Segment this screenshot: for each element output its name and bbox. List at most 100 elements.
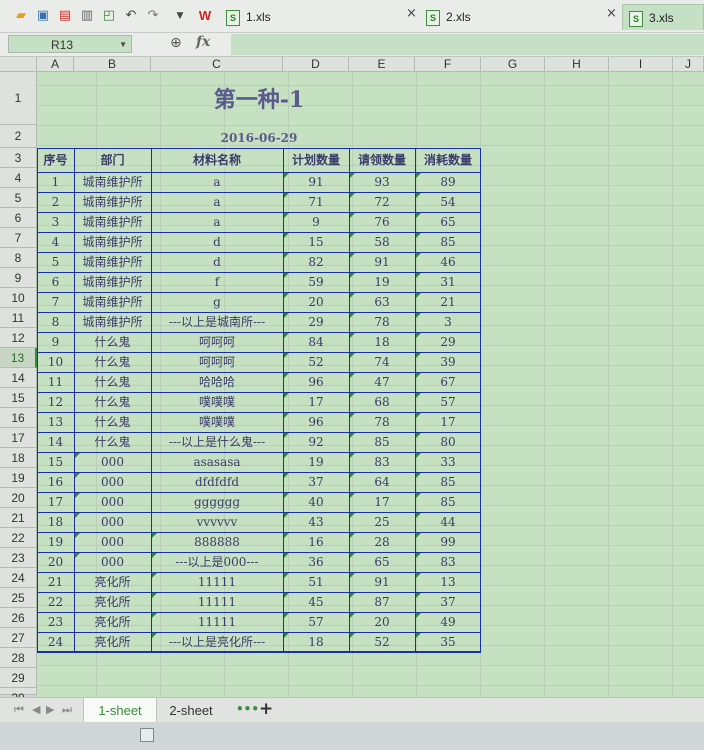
table-header-cell[interactable]: 计划数量 <box>283 148 349 172</box>
table-cell[interactable]: 18 <box>283 632 349 652</box>
table-cell[interactable]: 51 <box>283 572 349 592</box>
table-cell[interactable]: 17 <box>415 412 481 432</box>
column-header-a[interactable]: A <box>37 57 74 72</box>
table-cell[interactable]: 14 <box>37 432 74 452</box>
table-header-cell[interactable]: 请领数量 <box>349 148 415 172</box>
table-cell[interactable]: 噗噗噗 <box>151 412 283 432</box>
table-cell[interactable]: 96 <box>283 372 349 392</box>
table-cell[interactable]: 13 <box>415 572 481 592</box>
table-cell[interactable]: 18 <box>349 332 415 352</box>
table-cell[interactable]: 城南维护所 <box>74 312 151 332</box>
table-cell[interactable]: 城南维护所 <box>74 292 151 312</box>
print-icon[interactable]: ▥ <box>79 8 95 24</box>
row-header-21[interactable]: 21 <box>0 508 37 528</box>
table-cell[interactable]: 37 <box>283 472 349 492</box>
row-header-14[interactable]: 14 <box>0 368 37 388</box>
formula-input[interactable] <box>231 34 704 55</box>
column-header-c[interactable]: C <box>151 57 283 72</box>
table-cell[interactable]: 11111 <box>151 612 283 632</box>
table-cell[interactable]: 亮化所 <box>74 632 151 652</box>
row-header-2[interactable]: 2 <box>0 125 37 148</box>
table-cell[interactable]: 78 <box>349 412 415 432</box>
open-folder-icon[interactable]: ▰ <box>13 8 29 24</box>
column-header-d[interactable]: D <box>283 57 349 72</box>
redo-icon[interactable]: ↷ <box>145 8 161 24</box>
table-cell[interactable]: 什么鬼 <box>74 372 151 392</box>
table-cell[interactable]: 21 <box>415 292 481 312</box>
table-cell[interactable]: 19 <box>37 532 74 552</box>
row-header-28[interactable]: 28 <box>0 648 37 668</box>
table-cell[interactable]: 31 <box>415 272 481 292</box>
table-cell[interactable]: 城南维护所 <box>74 272 151 292</box>
table-cell[interactable]: 000 <box>74 492 151 512</box>
sheet-tab-2[interactable]: 2-sheet <box>155 698 227 723</box>
table-cell[interactable]: 1 <box>37 172 74 192</box>
table-cell[interactable]: 17 <box>37 492 74 512</box>
table-cell[interactable]: 什么鬼 <box>74 352 151 372</box>
table-header-cell[interactable]: 序号 <box>37 148 74 172</box>
table-cell[interactable]: 3 <box>37 212 74 232</box>
save-icon[interactable]: ▣ <box>35 8 51 24</box>
table-header-cell[interactable]: 消耗数量 <box>415 148 481 172</box>
table-cell[interactable]: 25 <box>349 512 415 532</box>
table-cell[interactable]: 11 <box>37 372 74 392</box>
table-cell[interactable]: 65 <box>349 552 415 572</box>
row-header-19[interactable]: 19 <box>0 468 37 488</box>
row-header-9[interactable]: 9 <box>0 268 37 288</box>
row-header-11[interactable]: 11 <box>0 308 37 328</box>
table-cell[interactable]: 20 <box>349 612 415 632</box>
table-cell[interactable]: 6 <box>37 272 74 292</box>
column-header-i[interactable]: I <box>609 57 673 72</box>
row-header-15[interactable]: 15 <box>0 388 37 408</box>
table-cell[interactable]: 36 <box>283 552 349 572</box>
table-cell[interactable]: 52 <box>283 352 349 372</box>
table-cell[interactable]: 城南维护所 <box>74 212 151 232</box>
undo-icon[interactable]: ↶ <box>123 8 139 24</box>
table-cell[interactable]: 亮化所 <box>74 572 151 592</box>
table-cell[interactable]: 68 <box>349 392 415 412</box>
table-cell[interactable]: 33 <box>415 452 481 472</box>
next-sheet-icon[interactable]: ▶ <box>46 703 54 716</box>
table-cell[interactable]: 18 <box>37 512 74 532</box>
row-header-29[interactable]: 29 <box>0 668 37 688</box>
table-cell[interactable]: 什么鬼 <box>74 432 151 452</box>
sheet-title[interactable]: 第一种-1 <box>37 83 481 117</box>
chevron-down-icon[interactable]: ▼ <box>119 36 127 54</box>
table-cell[interactable]: 74 <box>349 352 415 372</box>
file-tab-3[interactable]: S 3.xls <box>622 4 704 30</box>
table-cell[interactable]: 噗噗噗 <box>151 392 283 412</box>
table-cell[interactable]: 8 <box>37 312 74 332</box>
table-cell[interactable]: 亮化所 <box>74 592 151 612</box>
table-cell[interactable]: 什么鬼 <box>74 392 151 412</box>
table-cell[interactable]: 城南维护所 <box>74 232 151 252</box>
table-cell[interactable]: 96 <box>283 412 349 432</box>
table-cell[interactable]: 47 <box>349 372 415 392</box>
table-cell[interactable]: 17 <box>349 492 415 512</box>
table-cell[interactable]: 83 <box>349 452 415 472</box>
print-preview-icon[interactable]: ◰ <box>101 8 117 24</box>
column-header-b[interactable]: B <box>74 57 151 72</box>
table-cell[interactable]: 什么鬼 <box>74 332 151 352</box>
row-header-20[interactable]: 20 <box>0 488 37 508</box>
select-all-corner[interactable] <box>0 57 37 72</box>
table-header-cell[interactable]: 部门 <box>74 148 151 172</box>
table-cell[interactable]: 13 <box>37 412 74 432</box>
table-cell[interactable]: 9 <box>283 212 349 232</box>
table-cell[interactable]: a <box>151 192 283 212</box>
table-cell[interactable]: 82 <box>283 252 349 272</box>
row-header-23[interactable]: 23 <box>0 548 37 568</box>
table-cell[interactable]: 29 <box>415 332 481 352</box>
table-cell[interactable]: 24 <box>37 632 74 652</box>
table-cell[interactable]: 84 <box>283 332 349 352</box>
table-cell[interactable]: 9 <box>37 332 74 352</box>
table-cell[interactable]: 85 <box>415 472 481 492</box>
table-cell[interactable]: vvvvvv <box>151 512 283 532</box>
table-cell[interactable]: 16 <box>37 472 74 492</box>
customize-icon[interactable]: ▼ <box>172 8 188 24</box>
table-cell[interactable]: 37 <box>415 592 481 612</box>
table-cell[interactable]: 85 <box>415 492 481 512</box>
column-header-h[interactable]: H <box>545 57 609 72</box>
table-cell[interactable]: 28 <box>349 532 415 552</box>
wps-logo-icon[interactable]: W <box>197 8 213 24</box>
row-header-13[interactable]: 13 <box>0 348 37 368</box>
